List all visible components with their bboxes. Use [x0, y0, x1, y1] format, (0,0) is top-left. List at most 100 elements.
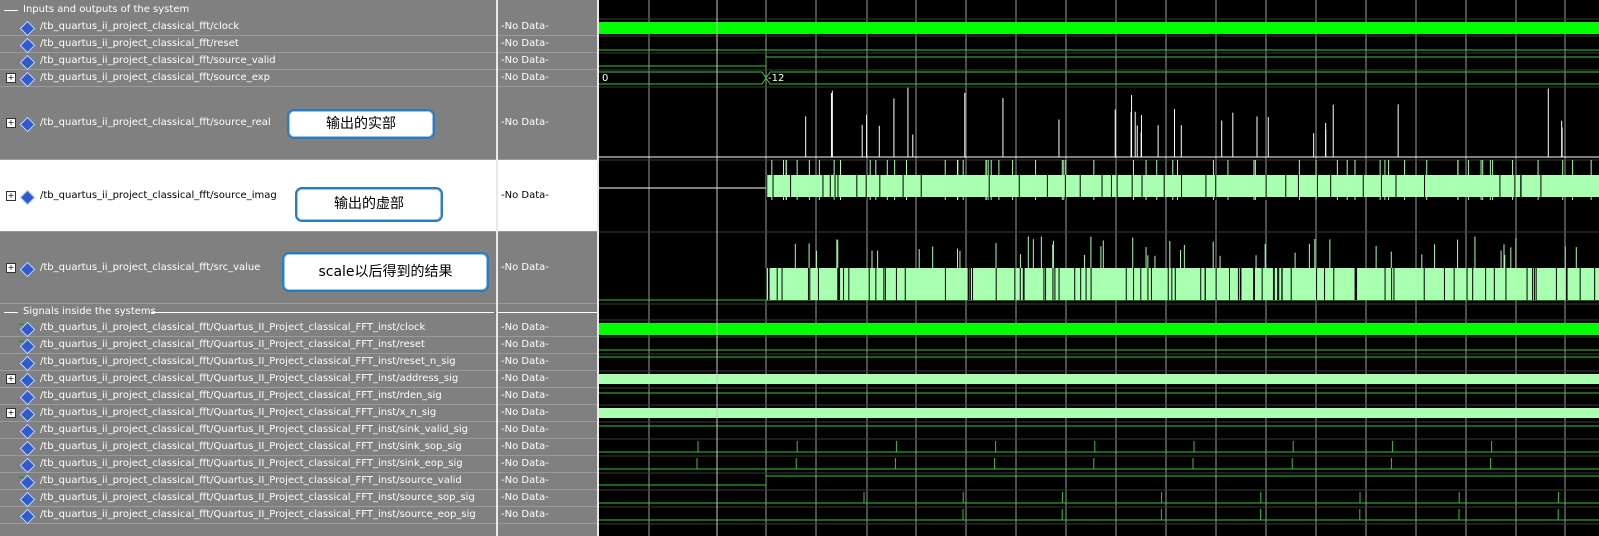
signal-row-io-0[interactable]: /tb_quartus_ii_project_classical_fft/clo…: [0, 19, 496, 37]
signal-name: /tb_quartus_ii_project_classical_fft/Qua…: [40, 509, 476, 520]
signal-name: /tb_quartus_ii_project_classical_fft/sou…: [40, 55, 276, 66]
inst-source-valid-trace: [599, 475, 1599, 486]
value-row: -No Data-: [498, 36, 597, 53]
signal-name: /tb_quartus_ii_project_classical_fft/src…: [40, 262, 261, 273]
group-title: Inputs and outputs of the system: [23, 4, 190, 15]
signal-diamond-icon: [19, 440, 36, 457]
source-exp-bus: [599, 71, 767, 85]
signal-name: /tb_quartus_ii_project_classical_fft/Qua…: [40, 339, 425, 350]
source-exp-value-after: -12: [768, 73, 784, 84]
clock-trace: [599, 22, 1599, 34]
group-line: [4, 10, 18, 11]
signal-row-io-1[interactable]: /tb_quartus_ii_project_classical_fft/res…: [0, 36, 496, 54]
signal-diamond-icon: [19, 389, 36, 406]
expand-plus-icon[interactable]: +: [6, 408, 16, 418]
value-row: -No Data-: [498, 354, 597, 371]
input-signal-icon: [19, 321, 36, 338]
signal-value: -No Data-: [501, 356, 549, 367]
signal-value: -No Data-: [501, 117, 549, 128]
address-bus: [599, 374, 1599, 384]
group-line: [151, 312, 494, 313]
value-row: -No Data-: [498, 388, 597, 405]
signal-value: -No Data-: [501, 441, 549, 452]
source-exp-bus: [765, 71, 1599, 85]
signal-value: -No Data-: [501, 72, 549, 83]
value-row: -No Data-: [498, 439, 597, 456]
signal-names-pane: Inputs and outputs of the system /tb_qua…: [0, 0, 496, 536]
signal-row-in-0[interactable]: /tb_quartus_ii_project_classical_fft/Qua…: [0, 320, 496, 338]
signal-diamond-icon: [19, 37, 36, 54]
annotation-real: 输出的实部: [287, 109, 435, 139]
signal-value: -No Data-: [501, 38, 549, 49]
signal-diamond-icon: [19, 116, 36, 133]
value-row: -No Data-: [498, 160, 597, 232]
signal-name: /tb_quartus_ii_project_classical_fft/Qua…: [40, 441, 462, 452]
signal-name: /tb_quartus_ii_project_classical_fft/Qua…: [40, 424, 468, 435]
signal-row-in-5[interactable]: + /tb_quartus_ii_project_classical_fft/Q…: [0, 405, 496, 423]
source-valid-trace: [599, 56, 1599, 67]
signal-value: -No Data-: [501, 262, 549, 273]
signal-diamond-icon: [19, 491, 36, 508]
value-row: -No Data-: [498, 232, 597, 304]
signal-value: -No Data-: [501, 407, 549, 418]
signal-diamond-icon: [19, 372, 36, 389]
signal-diamond-icon: [19, 457, 36, 474]
value-row: -No Data-: [498, 490, 597, 507]
value-row: -No Data-: [498, 70, 597, 87]
signal-name: /tb_quartus_ii_project_classical_fft/Qua…: [40, 373, 459, 384]
expand-plus-icon[interactable]: +: [6, 263, 16, 273]
group-header-io[interactable]: Inputs and outputs of the system: [0, 0, 496, 19]
inst-clock-trace: [599, 323, 1599, 335]
signal-value: -No Data-: [501, 458, 549, 469]
group-title: Signals inside the systems: [23, 306, 156, 317]
value-row: -No Data-: [498, 456, 597, 473]
signal-value: -No Data-: [501, 55, 549, 66]
signal-name: /tb_quartus_ii_project_classical_fft/Qua…: [40, 492, 475, 503]
signal-name: /tb_quartus_ii_project_classical_fft/Qua…: [40, 458, 463, 469]
signal-name: /tb_quartus_ii_project_classical_fft/sou…: [40, 72, 270, 83]
signal-name: /tb_quartus_ii_project_classical_fft/sou…: [40, 117, 271, 128]
signal-row-in-3[interactable]: + /tb_quartus_ii_project_classical_fft/Q…: [0, 371, 496, 389]
expand-plus-icon[interactable]: +: [6, 73, 16, 83]
signal-row-in-9[interactable]: /tb_quartus_ii_project_classical_fft/Qua…: [0, 473, 496, 491]
signal-row-in-2[interactable]: /tb_quartus_ii_project_classical_fft/Qua…: [0, 354, 496, 372]
signal-value: -No Data-: [501, 390, 549, 401]
signal-row-io-2[interactable]: /tb_quartus_ii_project_classical_fft/sou…: [0, 53, 496, 71]
signal-name: /tb_quartus_ii_project_classical_fft/Qua…: [40, 407, 437, 418]
signal-diamond-icon: [19, 406, 36, 423]
group-header-inside[interactable]: Signals inside the systems: [0, 304, 496, 320]
signal-row-in-7[interactable]: /tb_quartus_ii_project_classical_fft/Qua…: [0, 439, 496, 457]
signal-row-in-6[interactable]: /tb_quartus_ii_project_classical_fft/Qua…: [0, 422, 496, 440]
signal-diamond-icon: [19, 189, 36, 206]
signal-diamond-icon: [19, 20, 36, 37]
expand-plus-icon[interactable]: +: [6, 118, 16, 128]
signal-value: -No Data-: [501, 373, 549, 384]
expand-plus-icon[interactable]: +: [6, 191, 16, 201]
signal-row-io-3[interactable]: + /tb_quartus_ii_project_classical_fft/s…: [0, 70, 496, 88]
signal-name: /tb_quartus_ii_project_classical_fft/Qua…: [40, 322, 426, 333]
signal-row-in-10[interactable]: /tb_quartus_ii_project_classical_fft/Qua…: [0, 490, 496, 508]
value-row: -No Data-: [498, 371, 597, 388]
x-n-bus: [599, 408, 1599, 418]
expand-plus-icon[interactable]: +: [6, 374, 16, 384]
signal-value: -No Data-: [501, 322, 549, 333]
annotation-scale: scale以后得到的结果: [282, 252, 489, 292]
waveform-traces: 0 -12: [599, 22, 1599, 521]
signal-row-in-1[interactable]: /tb_quartus_ii_project_classical_fft/Qua…: [0, 337, 496, 355]
value-row: -No Data-: [498, 53, 597, 70]
signal-name: /tb_quartus_ii_project_classical_fft/Qua…: [40, 356, 456, 367]
signal-row-in-11[interactable]: /tb_quartus_ii_project_classical_fft/Qua…: [0, 507, 496, 525]
input-signal-icon: [19, 338, 36, 355]
signal-name: /tb_quartus_ii_project_classical_fft/Qua…: [40, 390, 442, 401]
value-row: -No Data-: [498, 507, 597, 524]
signal-value: -No Data-: [501, 492, 549, 503]
signal-value: -No Data-: [501, 475, 549, 486]
signal-row-in-4[interactable]: /tb_quartus_ii_project_classical_fft/Qua…: [0, 388, 496, 406]
value-row: -No Data-: [498, 405, 597, 422]
waveform-pane[interactable]: 0 -12: [599, 0, 1599, 536]
value-row: -No Data-: [498, 19, 597, 36]
annotation-imag: 输出的虚部: [295, 187, 443, 222]
group-line: [498, 312, 597, 313]
signal-row-in-8[interactable]: /tb_quartus_ii_project_classical_fft/Qua…: [0, 456, 496, 474]
signal-value: -No Data-: [501, 424, 549, 435]
